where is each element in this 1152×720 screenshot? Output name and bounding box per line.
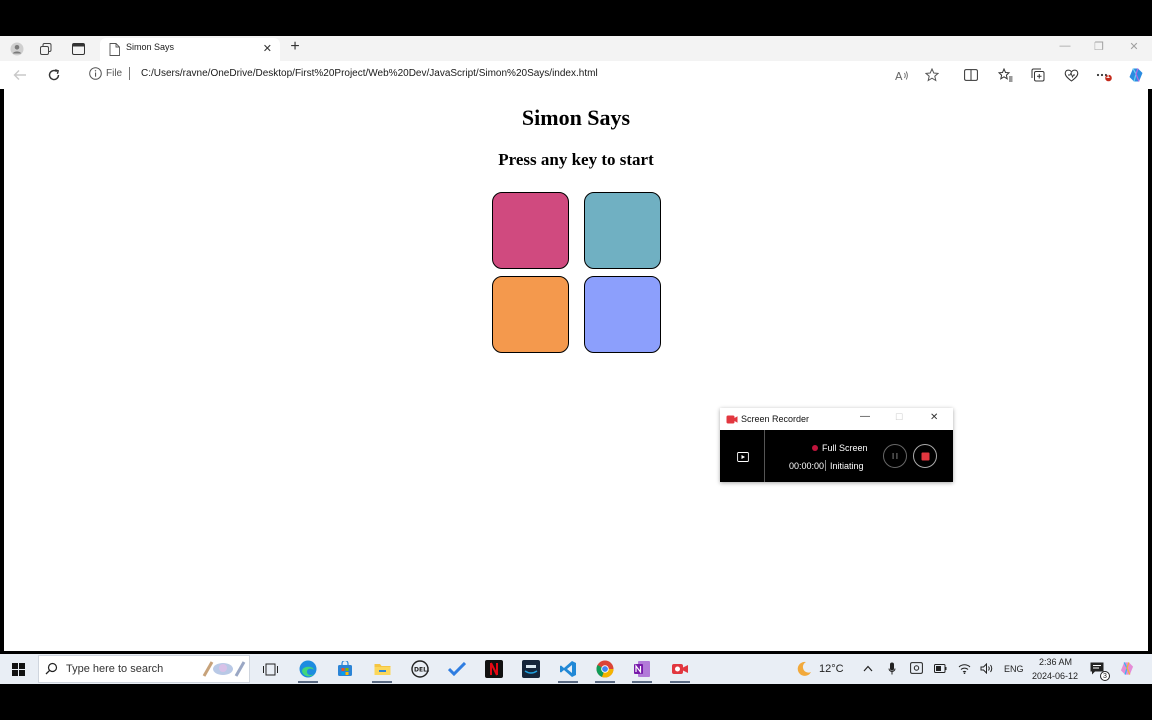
recorder-close-icon[interactable]: ✕ (930, 412, 938, 423)
prime-video-taskbar-icon[interactable] (520, 658, 542, 680)
simon-button-teal[interactable] (584, 192, 661, 269)
edge-active-indicator (298, 681, 318, 683)
task-view-icon[interactable] (259, 658, 281, 680)
clock-date[interactable]: 2024-06-12 (1032, 671, 1078, 681)
simon-button-blue[interactable] (584, 276, 661, 353)
recorder-active-indicator (670, 681, 690, 683)
onenote-taskbar-icon[interactable] (631, 658, 653, 680)
recorder-body: Full Screen 00:00:00 Initiating (720, 430, 953, 482)
split-screen-icon[interactable] (962, 66, 980, 84)
search-placeholder: Type here to search (66, 663, 164, 675)
recorder-separator (825, 460, 826, 471)
windows-start-icon[interactable] (7, 658, 29, 680)
favorites-icon[interactable] (996, 66, 1014, 84)
address-separator (129, 67, 130, 80)
recorder-pause-button[interactable] (883, 444, 907, 468)
store-taskbar-icon[interactable] (334, 658, 356, 680)
search-icon (45, 662, 58, 675)
recorder-titlebar[interactable]: Screen Recorder — ☐ ✕ (720, 408, 953, 430)
weather-temperature[interactable]: 12°C (819, 663, 844, 675)
refresh-icon[interactable] (45, 66, 63, 84)
chrome-taskbar-icon[interactable] (594, 658, 616, 680)
show-hidden-icons-icon[interactable] (861, 661, 875, 675)
weather-moon-icon[interactable] (796, 661, 812, 677)
recorder-taskbar-icon[interactable] (669, 658, 691, 680)
address-scheme: File (106, 68, 123, 79)
recorder-time: 00:00:00 (789, 461, 825, 471)
explorer-active-indicator (372, 681, 392, 683)
recorder-status: Initiating (830, 461, 864, 471)
page-subtitle: Press any key to start (498, 150, 654, 169)
pause-icon (892, 453, 898, 459)
file-icon (109, 43, 120, 56)
minimize-icon[interactable]: — (1056, 40, 1074, 52)
browser-essentials-icon[interactable] (1062, 66, 1080, 84)
recorder-minimize-icon[interactable]: — (860, 411, 870, 422)
notification-count: 3 (1100, 671, 1110, 681)
todo-taskbar-icon[interactable] (446, 658, 468, 680)
close-window-icon[interactable]: ✕ (1125, 40, 1143, 53)
address-url[interactable]: C:/Users/ravne/OneDrive/Desktop/First%20… (141, 68, 598, 79)
chrome-active-indicator (595, 681, 615, 683)
workspaces-icon[interactable] (37, 40, 55, 58)
bottom-letterbox (0, 684, 1152, 720)
recorder-mode: Full Screen (822, 443, 868, 453)
recorder-title: Screen Recorder (741, 414, 810, 424)
search-highlight-icon (202, 661, 246, 677)
back-icon[interactable] (11, 66, 29, 84)
tab-simon-says[interactable]: Simon Says ✕ (100, 38, 280, 61)
edge-taskbar-icon[interactable] (297, 658, 319, 680)
svg-text:DELL: DELL (414, 667, 429, 674)
collections-icon[interactable] (1029, 66, 1047, 84)
read-aloud-icon[interactable]: A (893, 66, 911, 84)
new-tab-icon[interactable]: + (286, 38, 304, 56)
restore-icon[interactable]: ❐ (1090, 40, 1108, 53)
recorder-camera-icon (726, 415, 738, 424)
recorder-maximize-icon[interactable]: ☐ (895, 412, 903, 423)
file-explorer-icon[interactable] (371, 658, 393, 680)
input-language[interactable]: ENG (1004, 664, 1024, 674)
stop-icon (921, 452, 929, 460)
simon-button-orange[interactable] (492, 276, 569, 353)
volume-icon[interactable] (980, 661, 994, 675)
onenote-active-indicator (632, 681, 652, 683)
top-letterbox (0, 0, 1152, 36)
vscode-taskbar-icon[interactable] (557, 658, 579, 680)
vscode-active-indicator (558, 681, 578, 683)
recorder-stop-button[interactable] (913, 444, 937, 468)
battery-icon[interactable] (933, 661, 947, 675)
dell-taskbar-icon[interactable]: DELL (409, 658, 431, 680)
tab-title: Simon Says (126, 42, 175, 52)
copilot-tray-icon[interactable] (1120, 661, 1134, 675)
notification-badge: 1 (1106, 73, 1110, 80)
microphone-icon[interactable] (885, 661, 899, 675)
profile-icon[interactable] (8, 40, 26, 58)
simon-button-red[interactable] (492, 192, 569, 269)
recorder-divider (764, 430, 765, 482)
netflix-taskbar-icon[interactable] (483, 658, 505, 680)
more-options-icon[interactable] (1095, 66, 1113, 84)
tab-close-icon[interactable]: ✕ (263, 42, 272, 55)
page-title: Simon Says (521, 105, 631, 130)
recording-dot-icon (812, 445, 818, 451)
wifi-icon[interactable] (957, 661, 971, 675)
page-content (4, 89, 1148, 651)
recorder-library-icon[interactable] (737, 451, 749, 462)
info-icon[interactable] (89, 67, 102, 80)
vertical-tabs-icon[interactable] (69, 40, 87, 58)
clock-time[interactable]: 2:36 AM (1039, 657, 1072, 667)
screen-recorder-window: Screen Recorder — ☐ ✕ Full Screen 00:00:… (720, 408, 953, 482)
favorite-star-icon[interactable] (923, 66, 941, 84)
svg-text:A: A (895, 70, 903, 82)
copilot-icon[interactable] (1127, 66, 1145, 84)
meet-now-icon[interactable] (909, 661, 923, 675)
